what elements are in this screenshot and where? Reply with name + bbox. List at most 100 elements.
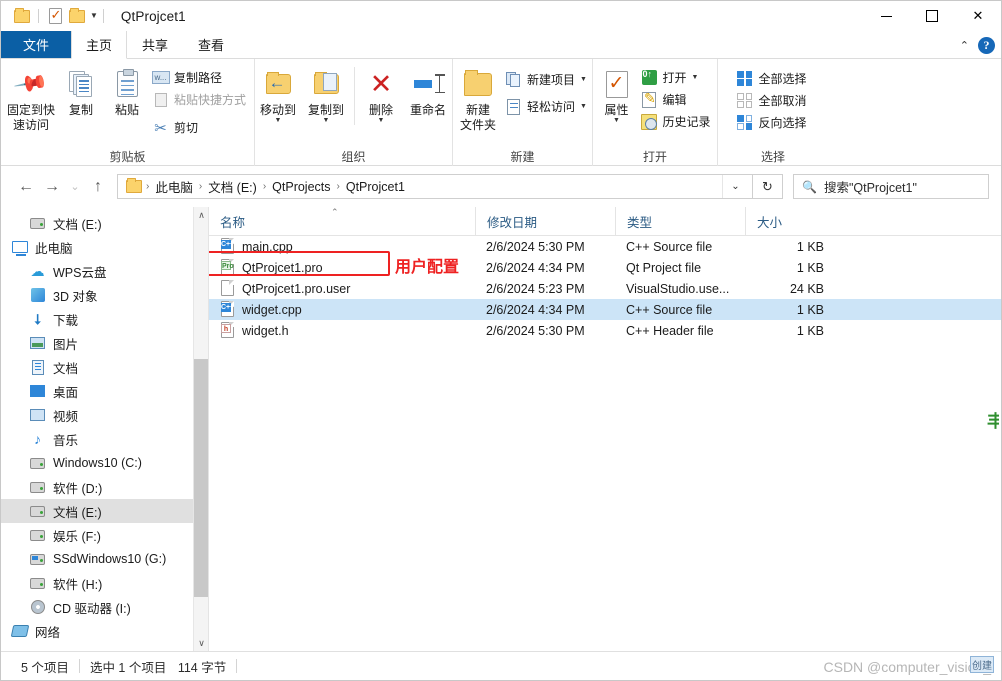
sidebar-item-entertainment-f[interactable]: 娱乐 (F:) bbox=[1, 523, 208, 547]
table-row[interactable]: C++ main.cpp 2/6/2024 5:30 PM C++ Source fi… bbox=[209, 236, 1001, 257]
open-caret-icon[interactable]: ▼ bbox=[692, 74, 699, 81]
file-name: QtProjcet1.pro bbox=[242, 260, 323, 275]
copy-path-button[interactable]: w... 复制路径 bbox=[150, 67, 251, 88]
pin-to-quick-access-button[interactable]: 📌 固定到快 速访问 bbox=[4, 63, 58, 133]
sidebar-item-software-h[interactable]: 软件 (H:) bbox=[1, 571, 208, 595]
collapse-ribbon-icon[interactable]: ⌃ bbox=[960, 39, 969, 52]
sidebar-item-videos[interactable]: 视频 bbox=[1, 403, 208, 427]
move-to-caret-icon[interactable]: ▼ bbox=[275, 117, 282, 124]
open-button[interactable]: 打开 ▼ bbox=[639, 67, 716, 88]
navigation-scrollbar[interactable]: ∧ ∨ bbox=[193, 207, 208, 651]
qat-dropdown-icon[interactable]: ▼ bbox=[90, 12, 98, 20]
column-header-type[interactable]: 类型 bbox=[615, 207, 745, 236]
breadcrumb-dropdown-icon[interactable]: ⌄ bbox=[722, 175, 748, 198]
breadcrumb-item-0[interactable]: 此电脑 bbox=[150, 177, 198, 196]
new-item-caret-icon[interactable]: ▼ bbox=[580, 76, 587, 83]
sidebar-item-software-d[interactable]: 软件 (D:) bbox=[1, 475, 208, 499]
sidebar-item-documents-e[interactable]: 文档 (E:) bbox=[1, 211, 208, 235]
sidebar-item-label: 网络 bbox=[35, 625, 61, 640]
sidebar-item-documents[interactable]: 文档 bbox=[1, 355, 208, 379]
paste-shortcut-icon bbox=[152, 91, 169, 108]
minimize-button[interactable] bbox=[863, 1, 909, 31]
file-size-cell: 1 KB bbox=[796, 260, 824, 275]
sidebar-item-network[interactable]: 网络 bbox=[1, 619, 208, 643]
forward-button[interactable]: → bbox=[39, 174, 65, 200]
sidebar-item-documents-e2[interactable]: 文档 (E:) bbox=[1, 499, 208, 523]
ribbon-group-new: 新建 文件夹 新建项目 ▼ 轻松访问 ▼ 新建 bbox=[453, 59, 593, 166]
qat-newfolder-icon[interactable] bbox=[66, 5, 88, 27]
search-input[interactable]: 搜索"QtProjcet1" bbox=[824, 177, 917, 196]
easy-access-button[interactable]: 轻松访问 ▼ bbox=[503, 96, 592, 117]
paste-shortcut-button[interactable]: 粘贴快捷方式 bbox=[150, 89, 251, 110]
column-header-name[interactable]: 名称 ⌃ bbox=[209, 207, 475, 236]
properties-caret-icon[interactable]: ▼ bbox=[613, 117, 620, 124]
breadcrumb-item-2[interactable]: QtProjects bbox=[267, 180, 335, 194]
up-button[interactable]: ↑ bbox=[85, 174, 111, 200]
qat-folder-icon[interactable] bbox=[11, 5, 33, 27]
sidebar-item-label: 文档 (E:) bbox=[53, 505, 102, 520]
rename-button[interactable]: 重命名 bbox=[403, 63, 453, 118]
column-header-size[interactable]: 大小 bbox=[745, 207, 835, 236]
table-row[interactable]: QtProjcet1.pro.user 2/6/2024 5:23 PM Visua… bbox=[209, 278, 1001, 299]
sidebar-item-pictures[interactable]: 图片 bbox=[1, 331, 208, 355]
sidebar-item-wps-cloud[interactable]: ☁ WPS云盘 bbox=[1, 259, 208, 283]
properties-button[interactable]: 属性 ▼ bbox=[595, 63, 639, 124]
clipboard-small-commands: w... 复制路径 粘贴快捷方式 ✂ 剪切 bbox=[150, 63, 251, 138]
column-header-date[interactable]: 修改日期 bbox=[475, 207, 615, 236]
pin-icon: 📌 bbox=[12, 65, 50, 102]
copy-to-caret-icon[interactable]: ▼ bbox=[323, 117, 330, 124]
sidebar-item-downloads[interactable]: ⭣ 下载 bbox=[1, 307, 208, 331]
move-to-button[interactable]: 移动到 ▼ bbox=[254, 63, 302, 124]
new-folder-button[interactable]: 新建 文件夹 bbox=[453, 63, 503, 133]
tab-file[interactable]: 文件 bbox=[1, 31, 71, 58]
sidebar-item-ssdwindows10-g[interactable]: SSdWindows10 (G:) bbox=[1, 547, 208, 571]
tab-share[interactable]: 共享 bbox=[127, 31, 183, 58]
new-item-button[interactable]: 新建项目 ▼ bbox=[503, 69, 592, 90]
sidebar-item-desktop[interactable]: 桌面 bbox=[1, 379, 208, 403]
qat-properties-icon[interactable] bbox=[44, 5, 66, 27]
nav-scroll-down-icon[interactable]: ∨ bbox=[194, 635, 208, 651]
group-label-clipboard: 剪贴板 bbox=[109, 150, 146, 164]
copy-button[interactable]: 复制 bbox=[58, 63, 104, 118]
ssd-icon bbox=[29, 551, 46, 568]
delete-caret-icon[interactable]: ▼ bbox=[378, 117, 385, 124]
sidebar-item-label: Windows10 (C:) bbox=[53, 456, 142, 470]
quick-access-toolbar: ▼ bbox=[1, 5, 109, 27]
refresh-button[interactable]: ↻ bbox=[753, 174, 783, 199]
nav-scroll-up-icon[interactable]: ∧ bbox=[194, 207, 208, 223]
sidebar-item-3d-objects[interactable]: 3D 对象 bbox=[1, 283, 208, 307]
video-icon bbox=[29, 407, 46, 424]
breadcrumb-item-3[interactable]: QtProjcet1 bbox=[341, 180, 410, 194]
history-button[interactable]: 历史记录 bbox=[639, 111, 716, 132]
generic-file-icon bbox=[220, 280, 235, 297]
paste-button[interactable]: 粘贴 bbox=[104, 63, 150, 118]
sidebar-item-music[interactable]: ♪ 音乐 bbox=[1, 427, 208, 451]
easy-access-caret-icon[interactable]: ▼ bbox=[580, 103, 587, 110]
file-list-pane: 名称 ⌃ 修改日期 类型 大小 C++ main.cpp 2/6/2024 5:30… bbox=[209, 207, 1001, 651]
sidebar-item-cd-drive-i[interactable]: CD 驱动器 (I:) bbox=[1, 595, 208, 619]
nav-scroll-thumb[interactable] bbox=[194, 359, 208, 597]
edit-button[interactable]: 编辑 bbox=[639, 89, 716, 110]
delete-button[interactable]: ✕ 删除 ▼ bbox=[359, 63, 403, 124]
table-row[interactable]: h widget.h 2/6/2024 5:30 PM C++ Header file… bbox=[209, 320, 1001, 341]
maximize-button[interactable] bbox=[909, 1, 955, 31]
invert-selection-button[interactable]: 反向选择 bbox=[734, 112, 811, 133]
search-box[interactable]: 🔍 搜索"QtProjcet1" bbox=[793, 174, 989, 199]
tab-view[interactable]: 查看 bbox=[183, 31, 239, 58]
table-row[interactable]: C++ widget.cpp 2/6/2024 4:34 PM C++ Source … bbox=[209, 299, 1001, 320]
sidebar-item-windows10-c[interactable]: Windows10 (C:) bbox=[1, 451, 208, 475]
cut-button[interactable]: ✂ 剪切 bbox=[150, 117, 251, 138]
tab-home[interactable]: 主页 bbox=[71, 31, 128, 59]
select-all-button[interactable]: 全部选择 bbox=[734, 68, 811, 89]
copy-to-button[interactable]: 复制到 ▼ bbox=[302, 63, 350, 124]
breadcrumb[interactable]: › 此电脑 › 文档 (E:) › QtProjects › QtProjcet… bbox=[117, 174, 753, 199]
recent-locations-button[interactable]: ⌄ bbox=[65, 174, 85, 200]
help-icon[interactable]: ? bbox=[978, 36, 995, 54]
sidebar-item-this-pc[interactable]: 此电脑 bbox=[1, 235, 208, 259]
copy-label: 复制 bbox=[68, 103, 93, 117]
close-button[interactable]: ✕ bbox=[955, 1, 1001, 31]
back-button[interactable]: ← bbox=[13, 174, 39, 200]
select-none-button[interactable]: 全部取消 bbox=[734, 90, 811, 111]
breadcrumb-item-1[interactable]: 文档 (E:) bbox=[203, 177, 262, 196]
table-row[interactable]: Pro QtProjcet1.pro 2/6/2024 4:34 PM Qt Proj… bbox=[209, 257, 1001, 278]
